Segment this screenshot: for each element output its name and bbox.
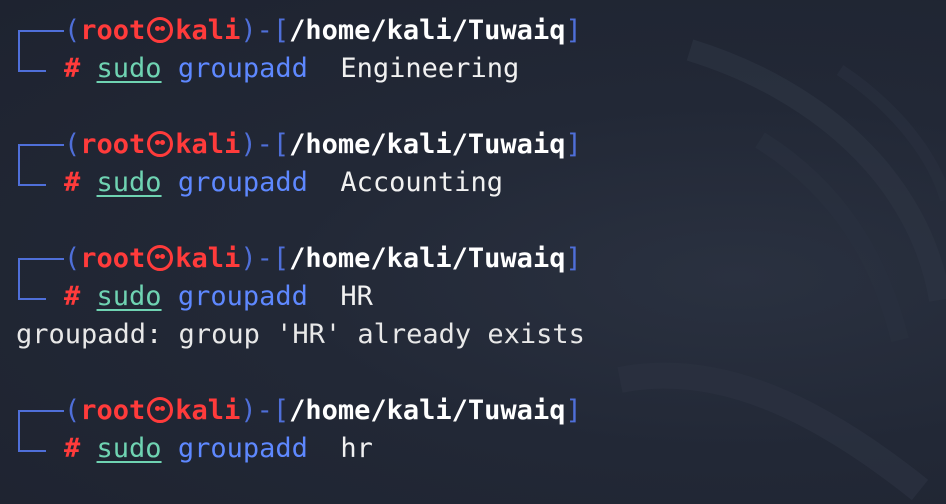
prompt-line: (root kali)-[/home/kali/Tuwaiq]	[18, 12, 946, 50]
kali-skull-icon	[147, 244, 174, 271]
prompt-line: (root kali)-[/home/kali/Tuwaiq]	[18, 392, 946, 430]
prompt-user: root	[80, 243, 146, 274]
prompt-host: kali	[175, 15, 241, 46]
command-argument: hr	[324, 433, 373, 464]
command-argument: HR	[324, 281, 373, 312]
prompt-user: root	[80, 129, 146, 160]
command-line[interactable]: # sudo groupadd hr	[18, 430, 946, 468]
prompt-host: kali	[175, 129, 241, 160]
command-line[interactable]: # sudo groupadd Engineering	[18, 50, 946, 88]
terminal-window[interactable]: (root kali)-[/home/kali/Tuwaiq] # sudo gr…	[0, 0, 946, 504]
prompt-corner-top	[18, 126, 64, 164]
terminal-content: (root kali)-[/home/kali/Tuwaiq] # sudo gr…	[16, 12, 946, 504]
prompt-path: /home/kali/Tuwaiq	[289, 243, 566, 274]
prompt-host: kali	[175, 243, 241, 274]
command-block: (root kali)-[/home/kali/Tuwaiq] # sudo gr…	[18, 126, 946, 202]
prompt-path: /home/kali/Tuwaiq	[289, 15, 566, 46]
prompt-path: /home/kali/Tuwaiq	[289, 129, 566, 160]
command-line[interactable]: # sudo groupadd HR	[18, 278, 946, 316]
prompt-corner-bottom	[18, 164, 64, 202]
command-line[interactable]: # sudo groupadd Accounting	[18, 164, 946, 202]
command-block: (root kali)-[/home/kali/Tuwaiq] # sudo gr…	[18, 392, 946, 468]
command-output: groupadd: group 'HR' already exists	[16, 319, 585, 350]
sudo-keyword: sudo	[96, 167, 162, 198]
prompt-path: /home/kali/Tuwaiq	[289, 395, 566, 426]
prompt-hash: #	[64, 281, 81, 312]
sudo-keyword: sudo	[96, 281, 162, 312]
prompt-corner-bottom	[18, 430, 64, 468]
kali-skull-icon	[147, 396, 174, 423]
prompt-corner-bottom	[18, 278, 64, 316]
prompt-user: root	[80, 15, 146, 46]
kali-skull-icon	[147, 130, 174, 157]
prompt-user: root	[80, 395, 146, 426]
command-block: (root kali)-[/home/kali/Tuwaiq] # sudo gr…	[16, 240, 946, 354]
kali-skull-icon	[147, 16, 174, 43]
prompt-corner-top	[18, 240, 64, 278]
prompt-corner-top	[18, 392, 64, 430]
command-name: groupadd	[177, 167, 308, 198]
prompt-corner-bottom	[18, 50, 64, 88]
prompt-hash: #	[64, 433, 81, 464]
prompt-line: (root kali)-[/home/kali/Tuwaiq]	[18, 126, 946, 164]
sudo-keyword: sudo	[96, 433, 162, 464]
prompt-host: kali	[175, 395, 241, 426]
sudo-keyword: sudo	[96, 53, 162, 84]
command-name: groupadd	[177, 281, 308, 312]
prompt-line: (root kali)-[/home/kali/Tuwaiq]	[18, 240, 946, 278]
command-argument: Accounting	[324, 167, 503, 198]
command-block: (root kali)-[/home/kali/Tuwaiq] # sudo gr…	[18, 12, 946, 88]
command-name: groupadd	[177, 433, 308, 464]
command-name: groupadd	[177, 53, 308, 84]
prompt-hash: #	[64, 53, 81, 84]
prompt-corner-top	[18, 12, 64, 50]
command-argument: Engineering	[324, 53, 520, 84]
prompt-hash: #	[64, 167, 81, 198]
